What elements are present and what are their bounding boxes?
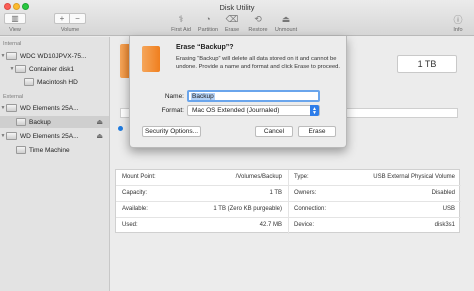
external-drive-icon <box>142 46 160 72</box>
info-label: Used: <box>122 222 138 228</box>
eject-icon[interactable]: ⏏ <box>96 132 103 140</box>
info-value: 1 TB <box>269 190 282 196</box>
sidebar-item-label: WD Elements 25A... <box>20 104 79 112</box>
info-label: Owners: <box>294 190 317 196</box>
info-row: Capacity: 1 TB Owners: Disabled <box>116 186 461 202</box>
volume-icon <box>16 146 26 154</box>
select-arrows-icon: ▲ ▼ <box>310 105 319 116</box>
erase-confirm-button[interactable]: Erase <box>298 126 336 137</box>
info-label: Info <box>453 27 463 33</box>
restore-button[interactable]: ⟲ <box>248 13 268 25</box>
capacity-box: 1 TB <box>397 55 457 73</box>
sidebar-item-wdc-disk[interactable]: ▼ WDC WD10JPVX-75... <box>0 50 109 62</box>
view-label: View <box>9 27 21 33</box>
sheet-description: Erasing “Backup” will delete all data st… <box>176 56 341 70</box>
sidebar-item-wd-elements-2[interactable]: ▼ WD Elements 25A... ⏏ <box>0 130 109 142</box>
volume-icon <box>16 118 26 126</box>
unmount-label: Unmount <box>274 27 298 33</box>
pie-chart-icon: ◔ <box>205 14 211 24</box>
view-button[interactable]: ▥ <box>4 13 26 24</box>
volume-button[interactable]: + − <box>54 13 86 24</box>
info-label: Mount Point: <box>122 174 156 180</box>
sidebar-item-label: Container disk1 <box>29 65 75 73</box>
erase-sheet: Erase “Backup”? Erasing “Backup” will de… <box>129 36 347 148</box>
sidebar-item-label: Backup <box>29 118 51 126</box>
info-label: Device: <box>294 222 315 228</box>
sidebar-item-label: Time Machine <box>29 146 70 154</box>
erase-disk-icon: ⌫ <box>225 13 239 24</box>
info-value: disk3s1 <box>434 222 455 228</box>
name-field[interactable]: Backup <box>187 90 320 102</box>
info-value: USB External Physical Volume <box>373 174 455 180</box>
window-titlebar: Disk Utility ▥ View + − Volume ⚕ First A… <box>0 0 474 36</box>
first-aid-button[interactable]: ⚕ <box>171 13 191 25</box>
info-value: /Volumes/Backup <box>235 174 282 180</box>
format-select-value: Mac OS Extended (Journaled) <box>192 107 280 114</box>
sidebar-item-wd-elements-1[interactable]: ▼ WD Elements 25A... <box>0 102 109 114</box>
partition-button[interactable]: ◔ <box>198 13 218 25</box>
format-select[interactable]: Mac OS Extended (Journaled) ▲ ▼ <box>187 105 320 116</box>
sidebar-item-container[interactable]: ▼ Container disk1 <box>0 63 109 75</box>
info-row: Mount Point: /Volumes/Backup Type: USB E… <box>116 170 461 186</box>
info-value: Disabled <box>431 190 455 196</box>
name-label: Name: <box>164 93 184 100</box>
sidebar-section-external: External <box>3 94 24 100</box>
hard-drive-icon <box>6 52 17 60</box>
minus-icon: − <box>75 14 80 23</box>
name-field-value: Backup <box>191 92 215 100</box>
sidebar-section-internal: Internal <box>3 41 22 47</box>
restore-label: Restore <box>248 27 268 33</box>
info-label: Type: <box>294 174 309 180</box>
sheet-title: Erase “Backup”? <box>176 44 234 51</box>
stethoscope-icon: ⚕ <box>178 13 184 24</box>
erase-button[interactable]: ⌫ <box>222 13 242 25</box>
sidebar-item-label: WDC WD10JPVX-75... <box>20 52 87 60</box>
info-value: USB <box>442 206 455 212</box>
info-row: Used: 42.7 MB Device: disk3s1 <box>116 218 461 234</box>
info-icon: ⓘ <box>453 14 463 25</box>
sidebar: Internal ▼ WDC WD10JPVX-75... ▼ Containe… <box>0 37 110 291</box>
format-label: Format: <box>161 107 184 114</box>
security-options-button[interactable]: Security Options... <box>142 126 201 137</box>
sidebar-view-icon: ▥ <box>11 14 19 23</box>
info-value: 1 TB (Zero KB purgeable) <box>213 206 282 212</box>
eject-icon[interactable]: ⏏ <box>96 118 103 126</box>
used-legend-dot <box>118 126 123 131</box>
sidebar-item-time-machine[interactable]: Time Machine <box>0 144 109 156</box>
sidebar-item-label: WD Elements 25A... <box>20 132 79 140</box>
info-label: Connection: <box>294 206 327 212</box>
info-label: Capacity: <box>122 190 148 196</box>
sidebar-item-backup[interactable]: Backup ⏏ <box>0 116 109 128</box>
restore-icon: ⟲ <box>254 13 262 24</box>
unmount-button[interactable]: ⏏ <box>276 13 296 25</box>
sidebar-item-macintosh-hd[interactable]: Macintosh HD <box>0 76 109 88</box>
cancel-button[interactable]: Cancel <box>255 126 293 137</box>
first-aid-label: First Aid <box>171 27 191 33</box>
info-value: 42.7 MB <box>259 222 282 228</box>
info-table: Mount Point: /Volumes/Backup Type: USB E… <box>115 169 461 234</box>
external-drive-icon <box>6 104 17 112</box>
eject-icon: ⏏ <box>281 13 291 24</box>
info-label: Available: <box>122 206 148 212</box>
plus-icon: + <box>55 14 71 23</box>
container-icon <box>15 65 26 73</box>
external-drive-icon <box>6 132 17 140</box>
info-button[interactable]: ⓘ <box>448 13 468 25</box>
sidebar-item-label: Macintosh HD <box>37 78 78 86</box>
volume-label: Volume <box>60 27 80 33</box>
volume-icon <box>24 78 34 86</box>
window-title: Disk Utility <box>219 3 255 12</box>
info-row: Available: 1 TB (Zero KB purgeable) Conn… <box>116 202 461 218</box>
